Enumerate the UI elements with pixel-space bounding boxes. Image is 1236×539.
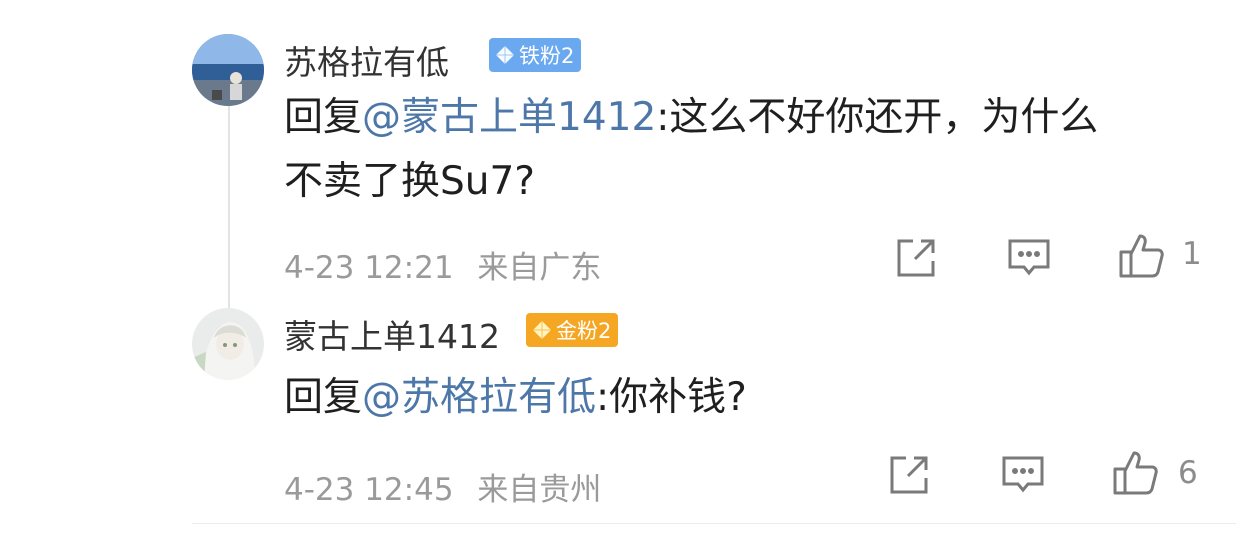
location: 来自广东 — [477, 250, 602, 286]
like-count: 6 — [1178, 455, 1198, 491]
comment-icon[interactable] — [1000, 452, 1046, 498]
comment-meta: 4-23 12:21 来自广东 — [284, 242, 601, 287]
fan-badge[interactable]: 金粉2 — [526, 313, 619, 347]
comment-text: 回复@苏格拉有低:你补钱? — [284, 366, 1214, 430]
mention-link[interactable]: @苏格拉有低 — [362, 375, 596, 420]
timestamp: 4-23 12:21 — [284, 250, 454, 286]
comment-body-line: :这么不好你还开，为什么 — [656, 95, 1099, 140]
badge-label: 铁粉2 — [519, 44, 575, 68]
avatar[interactable] — [192, 308, 264, 380]
diamond-icon — [531, 319, 553, 341]
reply-prefix: 回复 — [284, 95, 363, 140]
comment-meta: 4-23 12:45 来自贵州 — [284, 464, 601, 509]
thumbs-up-icon[interactable] — [1118, 232, 1164, 278]
author-name[interactable]: 蒙古上单1412 — [284, 310, 500, 358]
badge-label: 金粉2 — [556, 319, 612, 343]
divider — [192, 523, 1236, 524]
timestamp: 4-23 12:45 — [284, 472, 454, 508]
avatar[interactable] — [192, 34, 264, 106]
comment-body-line: 不卖了换Su7? — [284, 159, 535, 204]
thumbs-up-icon[interactable] — [1112, 449, 1158, 495]
comment-icon[interactable] — [1006, 235, 1052, 281]
location: 来自贵州 — [477, 472, 602, 508]
reply-prefix: 回复 — [284, 375, 363, 420]
comment-text: 回复@蒙古上单1412:这么不好你还开，为什么 不卖了换Su7? — [284, 86, 1214, 214]
comment-body-line: :你补钱? — [596, 375, 747, 420]
like-count: 1 — [1182, 236, 1202, 272]
thread-line — [228, 104, 230, 312]
diamond-icon — [494, 44, 516, 66]
mention-link[interactable]: @蒙古上单1412 — [362, 95, 656, 140]
share-icon[interactable] — [893, 235, 939, 281]
fan-badge[interactable]: 铁粉2 — [489, 38, 582, 72]
author-name[interactable]: 苏格拉有低 — [284, 36, 449, 84]
share-icon[interactable] — [886, 452, 932, 498]
